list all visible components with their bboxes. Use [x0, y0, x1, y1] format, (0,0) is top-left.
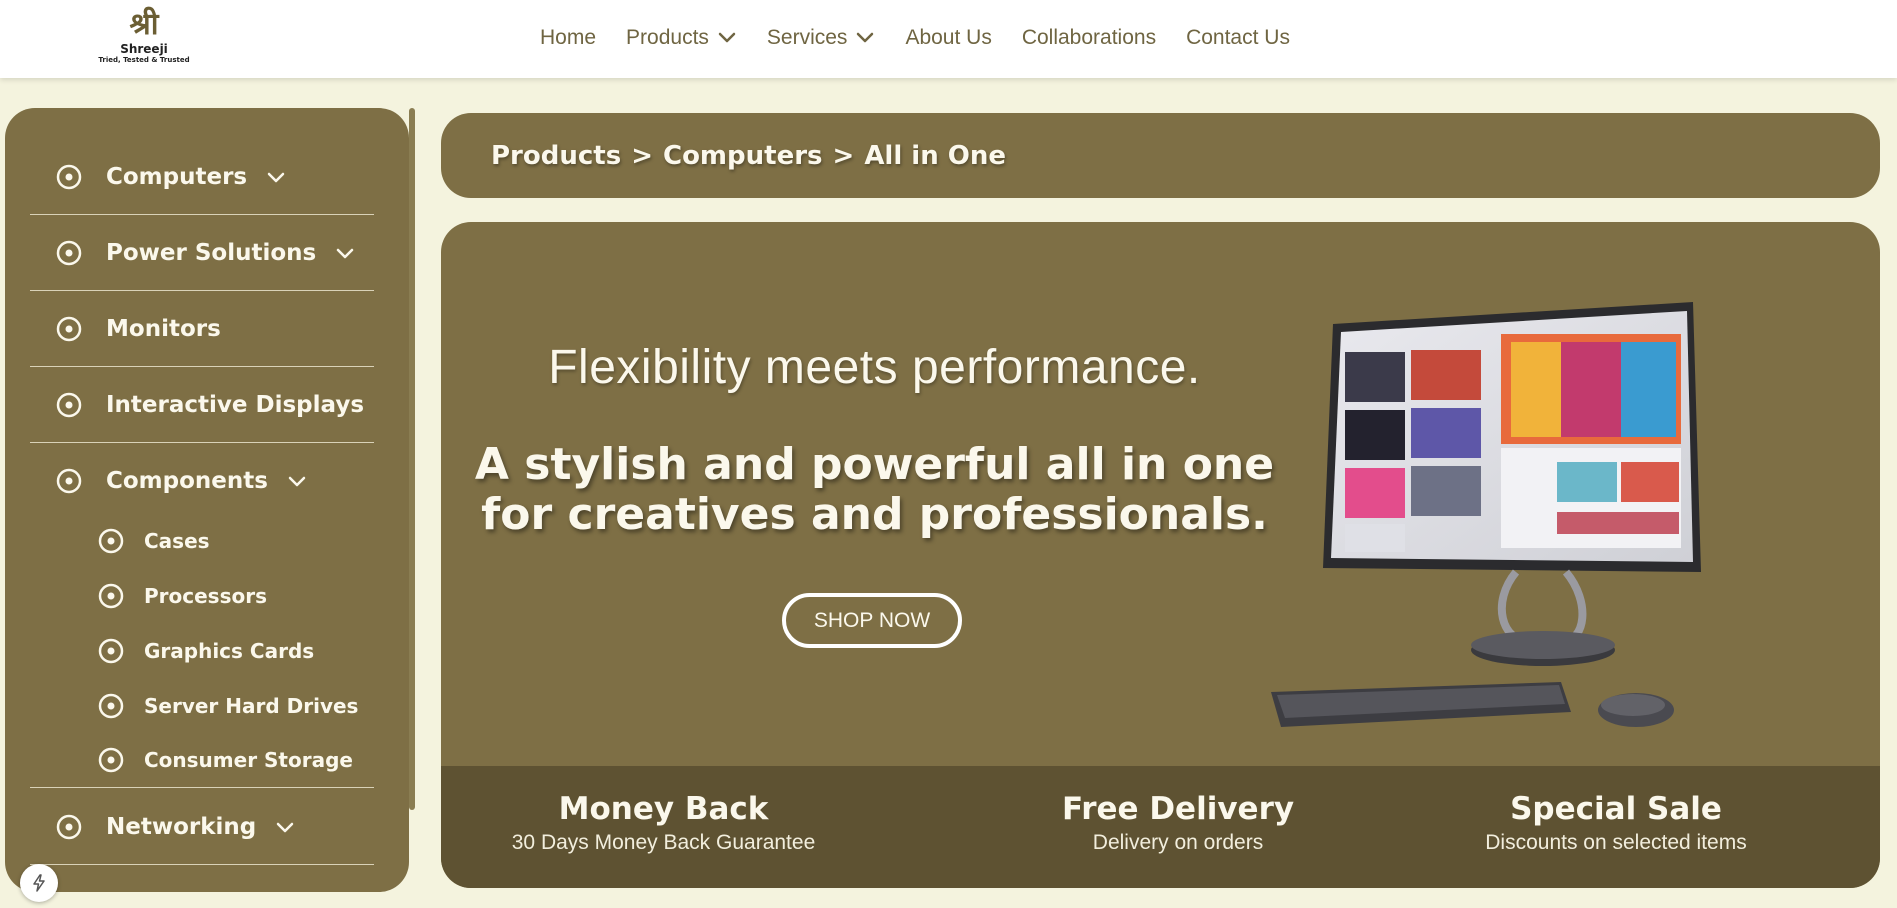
feature-title: Free Delivery: [1062, 791, 1295, 827]
sidebar-subitem-label: Graphics Cards: [144, 638, 315, 663]
sidebar-subitem-label: Cases: [144, 528, 210, 553]
category-sidebar: Computers Power Solutions Monitors Inter…: [5, 108, 409, 892]
sidebar-item-components[interactable]: Components: [30, 443, 374, 519]
feature-subtitle: Discounts on selected items: [1485, 831, 1747, 854]
sidebar-scrollbar[interactable]: [409, 108, 415, 810]
sidebar-subitem-server-hard-drives[interactable]: Server Hard Drives: [30, 678, 374, 733]
feature-special-sale: Special Sale Discounts on selected items: [1471, 790, 1761, 858]
nav-services[interactable]: Services: [767, 26, 876, 50]
hero-tagline: Flexibility meets performance.: [548, 341, 1201, 394]
sidebar-subitem-label: Processors: [144, 583, 267, 608]
radio-dot-icon: [56, 814, 82, 839]
radio-dot-icon: [98, 693, 124, 718]
chevron-down-icon[interactable]: [265, 166, 287, 188]
logo-tagline: Tried, Tested & Trusted: [98, 56, 190, 64]
breadcrumb-separator: >: [832, 140, 855, 171]
radio-dot-icon: [98, 747, 124, 773]
sidebar-subitem-label: Server Hard Drives: [144, 693, 359, 718]
hero-banner: Flexibility meets performance. A stylish…: [441, 222, 1880, 888]
nav-collaborations-label: Collaborations: [1021, 26, 1157, 49]
nav-home[interactable]: Home: [540, 26, 596, 50]
nav-about-label: About Us: [905, 26, 992, 49]
sidebar-subitem-consumer-storage[interactable]: Consumer Storage: [30, 733, 374, 788]
all-in-one-computer-image: [1271, 302, 1701, 727]
sidebar-item-label: Networking: [106, 813, 257, 840]
nav-services-label: Services: [766, 26, 848, 49]
chevron-down-icon: [718, 32, 736, 43]
breadcrumb: Products > Computers > All in One: [441, 113, 1880, 198]
lightning-icon[interactable]: [20, 864, 58, 902]
hero-headline-line-1: A stylish and powerful all in one: [474, 439, 1275, 490]
radio-dot-icon: [56, 316, 82, 341]
chevron-down-icon: [857, 32, 874, 43]
feature-subtitle: Delivery on orders: [1092, 831, 1264, 854]
feature-subtitle: 30 Days Money Back Guarantee: [511, 831, 816, 854]
chevron-down-icon[interactable]: [334, 242, 356, 264]
nav-collaborations[interactable]: Collaborations: [1022, 26, 1156, 50]
radio-dot-icon: [56, 392, 82, 417]
sidebar-subitem-cases[interactable]: Cases: [30, 513, 374, 568]
sidebar-item-label: Computers: [106, 163, 248, 190]
feature-money-back: Money Back 30 Days Money Back Guarantee: [512, 790, 816, 858]
nav-contact-label: Contact Us: [1186, 26, 1290, 49]
breadcrumb-computers[interactable]: Computers: [663, 141, 823, 171]
logo-name: Shreeji: [120, 42, 168, 56]
shop-now-button[interactable]: SHOP NOW: [782, 593, 962, 648]
site-header: श्री Shreeji Tried, Tested & Trusted Hom…: [0, 0, 1897, 78]
main-nav: Home Products Services About Us Collabor…: [540, 20, 1320, 56]
radio-dot-icon: [98, 638, 124, 663]
brand-logo[interactable]: श्री Shreeji Tried, Tested & Trusted: [98, 8, 190, 70]
feature-strip: Money Back 30 Days Money Back Guarantee …: [441, 766, 1880, 888]
nav-products[interactable]: Products: [626, 26, 737, 50]
sidebar-item-label: Power Solutions: [106, 239, 317, 266]
breadcrumb-separator: >: [631, 140, 653, 171]
chevron-down-icon[interactable]: [286, 470, 308, 492]
hero-headline-line-2: for creatives and professionals.: [481, 489, 1268, 540]
nav-contact-us[interactable]: Contact Us: [1186, 26, 1290, 50]
radio-dot-icon: [98, 583, 124, 608]
sidebar-subitem-graphics-cards[interactable]: Graphics Cards: [30, 623, 374, 678]
sidebar-item-networking[interactable]: Networking: [30, 789, 374, 865]
sidebar-subitem-processors[interactable]: Processors: [30, 568, 374, 623]
breadcrumb-current: All in One: [864, 140, 1007, 171]
sidebar-item-computers[interactable]: Computers: [30, 139, 374, 215]
sidebar-subitem-label: Consumer Storage: [144, 748, 353, 772]
nav-home-label: Home: [540, 26, 597, 49]
feature-free-delivery: Free Delivery Delivery on orders: [1062, 790, 1294, 858]
feature-title: Money Back: [558, 791, 769, 827]
sidebar-item-label: Monitors: [106, 315, 221, 342]
sidebar-item-power-solutions[interactable]: Power Solutions: [30, 215, 374, 291]
radio-dot-icon: [56, 468, 82, 494]
feature-title: Special Sale: [1510, 791, 1722, 827]
sidebar-item-label: Interactive Displays: [106, 391, 365, 418]
logo-glyph: श्री: [129, 7, 159, 42]
breadcrumb-products[interactable]: Products: [491, 141, 621, 171]
sidebar-item-label: Components: [106, 468, 268, 494]
nav-products-label: Products: [626, 26, 709, 49]
sidebar-item-monitors[interactable]: Monitors: [30, 291, 374, 367]
hero-headline: A stylish and powerful all in one for cr…: [441, 440, 1308, 540]
radio-dot-icon: [56, 164, 82, 189]
nav-about-us[interactable]: About Us: [905, 26, 991, 50]
radio-dot-icon: [56, 240, 82, 265]
lightning-icon-glyph: [33, 874, 45, 892]
chevron-down-icon[interactable]: [274, 816, 296, 838]
radio-dot-icon: [98, 528, 124, 553]
sidebar-item-interactive-displays[interactable]: Interactive Displays: [30, 367, 374, 443]
